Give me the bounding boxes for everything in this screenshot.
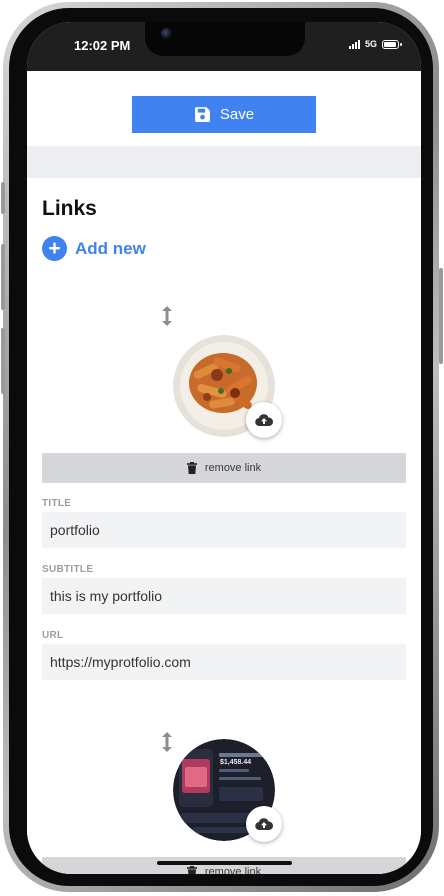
status-bar: 12:02 PM 5G	[27, 22, 421, 71]
status-time: 12:02 PM	[74, 38, 131, 53]
drag-handle-icon[interactable]	[160, 731, 174, 753]
phone-screen: 12:02 PM 5G Save Links + Add new remove …	[27, 22, 421, 874]
side-button-power	[439, 268, 443, 364]
plus-circle-icon: +	[42, 236, 67, 261]
remove-link-button[interactable]: remove link	[42, 453, 406, 483]
links-heading: Links	[42, 197, 97, 220]
remove-link-label: remove link	[204, 866, 262, 874]
front-camera-icon	[161, 28, 172, 39]
url-label: URL	[42, 630, 64, 641]
battery-icon	[382, 39, 402, 49]
cloud-upload-icon	[255, 818, 273, 831]
save-button[interactable]: Save	[132, 96, 316, 133]
title-input[interactable]	[42, 512, 406, 548]
side-button-volume-down	[1, 328, 5, 394]
signal-icon	[348, 39, 360, 49]
links-editor: Links + Add new remove link TITLE portfo…	[27, 178, 421, 874]
upload-image-button[interactable]	[246, 402, 282, 438]
add-new-link-button[interactable]: + Add new	[42, 236, 146, 261]
status-indicators: 5G	[348, 39, 402, 49]
home-indicator[interactable]	[157, 861, 292, 865]
notch	[145, 22, 305, 56]
side-button-volume-up	[1, 244, 5, 310]
upload-image-button[interactable]	[246, 806, 282, 842]
network-type: 5G	[364, 39, 377, 49]
cloud-upload-icon	[255, 414, 273, 427]
title-label: TITLE	[42, 498, 72, 509]
remove-link-label: remove link	[204, 462, 262, 474]
trash-icon	[186, 866, 197, 874]
remove-link-button[interactable]: remove link	[42, 857, 406, 874]
floppy-disk-icon	[194, 107, 210, 122]
side-button-mute	[1, 182, 5, 214]
trash-icon	[186, 462, 197, 474]
save-label: Save	[219, 106, 255, 123]
section-divider	[27, 146, 421, 178]
subtitle-label: SUBTITLE	[42, 564, 94, 575]
url-input[interactable]	[42, 644, 406, 680]
add-new-label: Add new	[75, 238, 146, 258]
drag-handle-icon[interactable]	[160, 305, 174, 327]
save-header: Save	[27, 71, 421, 146]
subtitle-input[interactable]	[42, 578, 406, 614]
thumbnail-amount: $1,458.44	[220, 759, 252, 766]
